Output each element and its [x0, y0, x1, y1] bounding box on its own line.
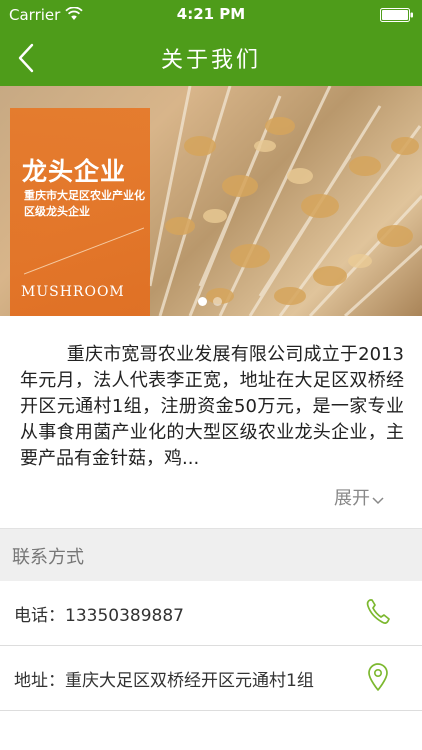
status-bar: Carrier 4:21 PM — [0, 0, 422, 30]
phone-text: 电话：13350389887 — [14, 606, 184, 626]
header: Carrier 4:21 PM 关于我们 — [0, 0, 422, 86]
carousel-dot-active[interactable] — [198, 297, 207, 306]
chevron-down-icon — [372, 497, 384, 505]
carousel-dot[interactable] — [213, 297, 222, 306]
banner-carousel[interactable]: 龙头企业 重庆市大足区农业产业化区级龙头企业 MUSHROOM — [0, 86, 422, 316]
contact-section-header: 联系方式 — [0, 528, 422, 581]
banner-orange-card: 龙头企业 重庆市大足区农业产业化区级龙头企业 MUSHROOM — [10, 108, 150, 316]
company-intro: 重庆市宽哥农业发展有限公司成立于2013年元月，法人代表李正宽，地址在大足区双桥… — [0, 316, 422, 528]
battery-icon — [380, 8, 413, 22]
address-text: 地址：重庆大足区双桥经开区元通村1组 — [14, 671, 314, 691]
nav-bar: 关于我们 — [0, 30, 422, 86]
banner-subtitle: 重庆市大足区农业产业化区级龙头企业 — [24, 189, 145, 218]
banner-brand: MUSHROOM — [21, 284, 125, 300]
phone-row[interactable]: 电话：13350389887 — [0, 581, 422, 646]
banner-headline: 龙头企业 — [22, 157, 127, 186]
expand-button[interactable]: 展开 — [334, 484, 384, 510]
page-title: 关于我们 — [160, 48, 261, 73]
section-title: 联系方式 — [12, 547, 84, 568]
address-row[interactable]: 地址：重庆大足区双桥经开区元通村1组 — [0, 646, 422, 711]
intro-text: 重庆市宽哥农业发展有限公司成立于2013年元月，法人代表李正宽，地址在大足区双桥… — [20, 344, 404, 469]
location-pin-icon[interactable] — [364, 662, 392, 692]
status-time: 4:21 PM — [176, 5, 246, 23]
about-us-screen: Carrier 4:21 PM 关于我们 龙头企业 重庆市大足区农业产业化区级龙… — [0, 0, 422, 750]
phone-icon[interactable] — [364, 597, 392, 627]
banner-decoration — [24, 227, 144, 275]
expand-label: 展开 — [334, 488, 370, 509]
